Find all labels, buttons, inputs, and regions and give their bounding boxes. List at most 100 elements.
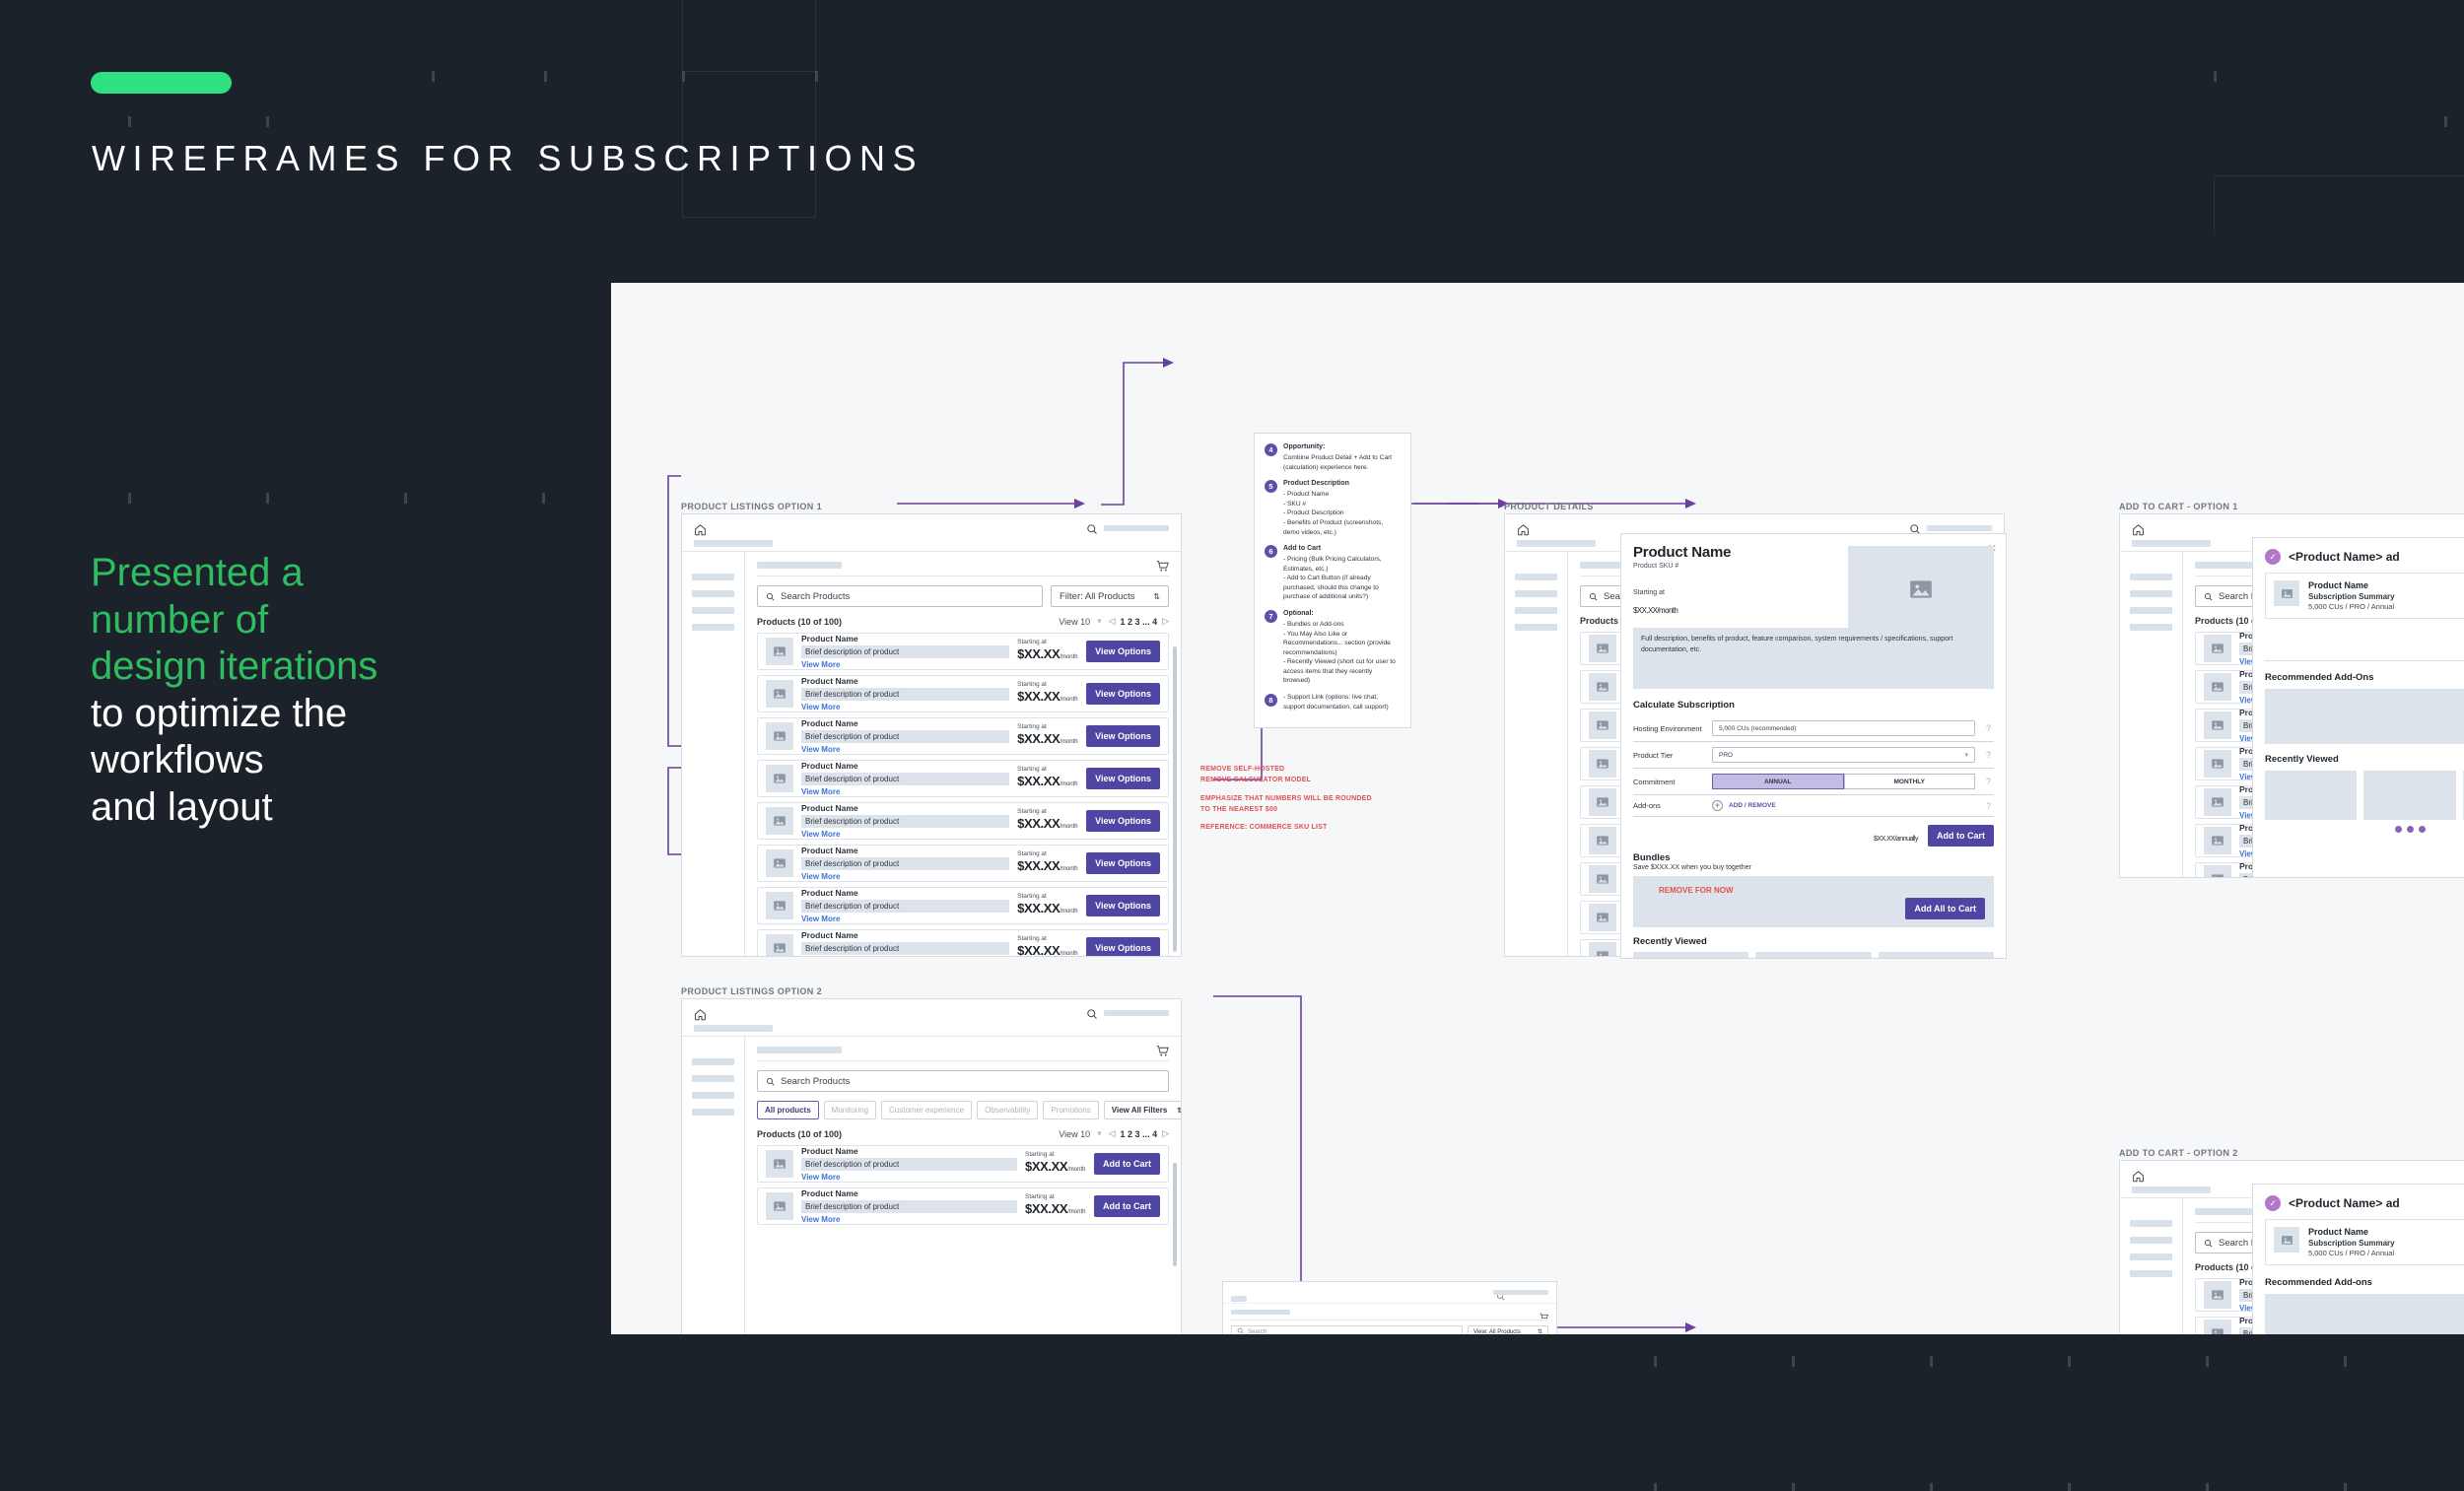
sidebar-item-skeleton[interactable] (692, 1092, 734, 1099)
wireframe-listing-option-1[interactable]: Search Products Filter: All Products ⇅ P… (681, 513, 1182, 957)
recently-viewed-card[interactable] (2363, 771, 2456, 820)
product-cta-button[interactable]: View Options (1086, 641, 1160, 662)
view-more-link[interactable]: View More (801, 745, 1009, 754)
product-cta-button[interactable]: View Options (1086, 852, 1160, 874)
page-numbers[interactable]: 1 2 3 ... 4 (1121, 1129, 1158, 1139)
help-icon[interactable]: ? (1983, 801, 1994, 811)
top-search-skeleton[interactable] (1104, 1010, 1169, 1016)
sidebar-item-skeleton[interactable] (692, 1075, 734, 1082)
sidebar-item-skeleton[interactable] (692, 1109, 734, 1116)
product-row[interactable]: Product Name Brief description of product… (757, 760, 1169, 797)
sidebar-item-skeleton[interactable] (2130, 1220, 2172, 1227)
product-cta-button[interactable]: View Options (1086, 937, 1160, 956)
sidebar-item-skeleton[interactable] (1515, 590, 1557, 597)
search-input[interactable]: Search Products (757, 585, 1043, 607)
product-row[interactable]: Product Name Brief description of product… (757, 887, 1169, 924)
next-page-icon[interactable]: ▷ (1162, 616, 1169, 627)
carousel-dots[interactable] (2265, 826, 2464, 833)
filter-chip-promotions[interactable]: Promotions (1043, 1101, 1099, 1119)
help-icon[interactable]: ? (1983, 777, 1994, 786)
sidebar-item-skeleton[interactable] (2130, 574, 2172, 580)
top-search-skeleton[interactable] (1104, 525, 1169, 531)
product-detail-overlay[interactable]: ✕ Product Name Product SKU # Starting at… (1620, 533, 2007, 959)
cart-icon[interactable] (1540, 1309, 1548, 1326)
product-row[interactable]: Product Name Brief description of product… (757, 633, 1169, 670)
view-select[interactable]: View: All Products ⇅ (1468, 1325, 1548, 1334)
view-more-link[interactable]: View More (801, 830, 1009, 839)
product-cta-button[interactable]: View Options (1086, 810, 1160, 832)
product-cta-button[interactable]: View Options (1086, 725, 1160, 747)
product-cta-button[interactable]: View Options (1086, 895, 1160, 916)
recently-viewed-card[interactable] (1878, 952, 1994, 958)
commitment-toggle[interactable]: ANNUAL MONTHLY (1712, 774, 1975, 789)
product-row[interactable]: Product Name Brief description of product… (757, 845, 1169, 882)
recommended-addon-card[interactable] (2265, 1294, 2464, 1334)
home-icon[interactable] (1517, 523, 1530, 536)
chevron-down-icon[interactable]: ▾ (1097, 1128, 1102, 1139)
sidebar-item-skeleton[interactable] (2130, 624, 2172, 631)
view-all-filters-button[interactable]: View All Filters ⇅ (1103, 1101, 1181, 1119)
add-to-cart-overlay-2[interactable]: ✓ <Product Name> ad Product Name Subscri… (2252, 1184, 2464, 1334)
prev-page-icon[interactable]: ◁ (1109, 616, 1116, 627)
page-numbers[interactable]: 1 2 3 ... 4 (1121, 617, 1158, 627)
product-cta-button[interactable]: View Options (1086, 683, 1160, 705)
sidebar-item-skeleton[interactable] (1515, 574, 1557, 580)
sidebar-item-skeleton[interactable] (2130, 607, 2172, 614)
view-more-link[interactable]: View More (801, 1173, 1017, 1182)
scrollbar[interactable] (1173, 1163, 1177, 1266)
view-more-link[interactable]: View More (801, 872, 1009, 881)
filter-select[interactable]: Filter: All Products ⇅ (1051, 585, 1169, 607)
top-search-skeleton[interactable] (1927, 525, 1992, 531)
view-more-link[interactable]: View More (801, 703, 1009, 712)
search-input[interactable]: Search (1231, 1325, 1463, 1334)
help-icon[interactable]: ? (1983, 750, 1994, 760)
filter-chip-observability[interactable]: Observability (977, 1101, 1039, 1119)
search-input[interactable]: Search Products (757, 1070, 1169, 1092)
carousel-dot[interactable] (2406, 826, 2414, 833)
view-more-link[interactable]: View More (801, 915, 1009, 923)
cart-icon[interactable] (1156, 1045, 1169, 1057)
product-cta-button[interactable]: Add to Cart (1094, 1153, 1160, 1175)
sidebar-item-skeleton[interactable] (692, 574, 734, 580)
product-row[interactable]: Product Name Brief description of product… (757, 1145, 1169, 1183)
commitment-monthly-option[interactable]: MONTHLY (1843, 774, 1975, 789)
product-row[interactable]: Product Name Brief description of product… (757, 802, 1169, 840)
view-more-link[interactable]: View More (801, 1215, 1017, 1224)
top-search-skeleton[interactable] (1493, 1290, 1548, 1295)
view-count-select[interactable]: View 10 (1059, 1129, 1090, 1139)
scrollbar[interactable] (1173, 646, 1177, 952)
sidebar-item-skeleton[interactable] (692, 624, 734, 631)
product-row[interactable]: Product Name Brief description of product… (757, 1187, 1169, 1225)
addons-add-remove-button[interactable]: + ADD / REMOVE (1712, 800, 1975, 811)
sidebar-item-skeleton[interactable] (2130, 590, 2172, 597)
home-icon[interactable] (2132, 1170, 2145, 1183)
product-cta-button[interactable]: View Options (1086, 768, 1160, 789)
sidebar-item-skeleton[interactable] (692, 590, 734, 597)
product-cta-button[interactable]: Add to Cart (1094, 1195, 1160, 1217)
add-to-cart-button[interactable]: Add to Cart (1928, 825, 1994, 847)
filter-chip-all-products[interactable]: All products (757, 1101, 819, 1119)
commitment-annual-option[interactable]: ANNUAL (1712, 774, 1844, 789)
product-row[interactable]: Product Name Brief description of product… (757, 675, 1169, 712)
sidebar-item-skeleton[interactable] (2130, 1270, 2172, 1277)
carousel-dot[interactable] (2394, 826, 2402, 833)
home-icon[interactable] (2132, 523, 2145, 536)
recently-viewed-card[interactable] (2265, 771, 2358, 820)
carousel-dot[interactable] (2418, 826, 2426, 833)
search-icon[interactable] (1086, 1007, 1098, 1019)
wireframe-listing-option-2[interactable]: Search Products All products Monitoring … (681, 998, 1182, 1334)
sidebar-item-skeleton[interactable] (1515, 624, 1557, 631)
view-count-select[interactable]: View 10 (1059, 617, 1090, 627)
next-page-icon[interactable]: ▷ (1162, 1128, 1169, 1139)
hosting-environment-input[interactable]: 5,000 CUs (recommended) (1712, 720, 1975, 736)
sidebar-item-skeleton[interactable] (692, 607, 734, 614)
recently-viewed-card[interactable]: REMOVE FOR NOW (1755, 952, 1872, 958)
home-icon[interactable] (694, 1008, 707, 1021)
product-row[interactable]: Product Name Brief description of product… (757, 717, 1169, 755)
add-all-to-cart-button[interactable]: Add All to Cart (1905, 898, 1985, 919)
pagination[interactable]: ◁ 1 2 3 ... 4 ▷ (1109, 1128, 1169, 1139)
product-row[interactable]: Product Name Brief description of product… (757, 929, 1169, 956)
sidebar-item-skeleton[interactable] (1515, 607, 1557, 614)
view-more-link[interactable]: View More (801, 660, 1009, 669)
prev-page-icon[interactable]: ◁ (1109, 1128, 1116, 1139)
